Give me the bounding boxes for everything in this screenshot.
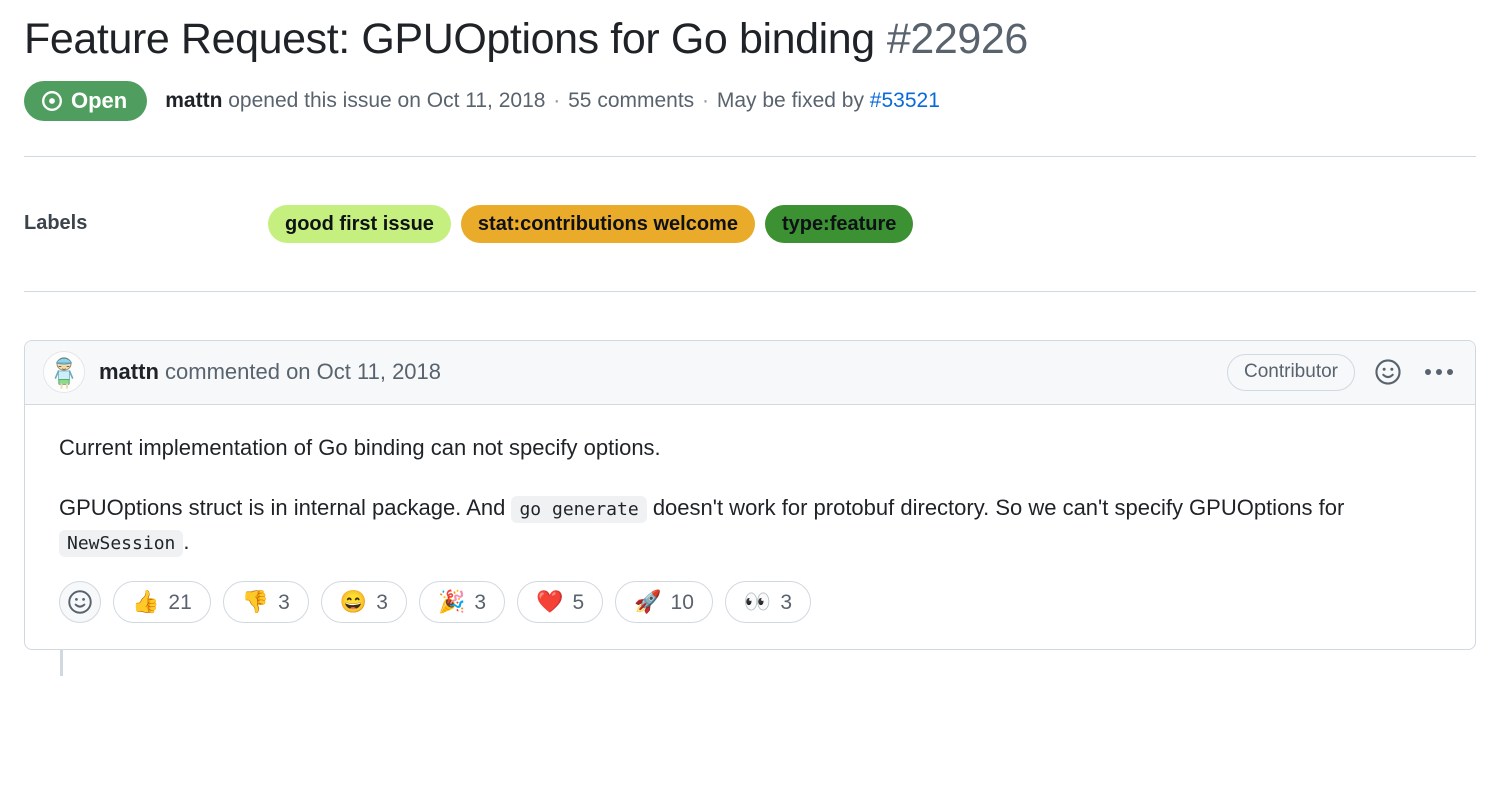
party-popper-icon: 🎉 (437, 589, 466, 615)
reaction-eyes[interactable]: 👀 3 (724, 581, 811, 624)
page-title: Feature Request: GPUOptions for Go bindi… (24, 15, 875, 63)
status-badge-label: Open (71, 87, 128, 113)
issue-meta-row: Open mattn opened this issue on Oct 11, … (24, 80, 1476, 121)
laugh-icon: 😄 (339, 589, 368, 615)
timeline: mattn commented on Oct 11, 2018 Contribu… (24, 339, 1476, 677)
issue-meta-text: mattn opened this issue on Oct 11, 2018 … (165, 87, 940, 114)
comment-paragraph-1: Current implementation of Go binding can… (59, 434, 661, 460)
reaction-count: 3 (278, 590, 290, 614)
thumbs-down-icon: 👎 (241, 589, 270, 615)
kebab-horizontal-icon[interactable] (1421, 369, 1457, 376)
comment-card: mattn commented on Oct 11, 2018 Contribu… (24, 339, 1476, 651)
comment-header-actions: Contributor (1227, 353, 1457, 391)
add-reaction-button[interactable] (59, 581, 101, 624)
reaction-thumbs-down[interactable]: 👎 3 (222, 581, 309, 624)
comment-byline: mattn commented on Oct 11, 2018 (99, 359, 441, 385)
reaction-count: 5 (572, 590, 585, 614)
issue-author[interactable]: mattn (165, 89, 222, 112)
comment-date: Oct 11, 2018 (316, 359, 442, 385)
reaction-count: 3 (780, 590, 792, 614)
reaction-heart[interactable]: ❤️ 5 (517, 581, 604, 624)
label-good-first-issue[interactable]: good first issue (268, 204, 451, 243)
reaction-thumbs-up[interactable]: 👍 21 (113, 581, 211, 624)
timeline-connector (60, 650, 63, 677)
opened-date: Oct 11, 2018 (426, 89, 546, 113)
comment-body: Current implementation of Go binding can… (25, 405, 1475, 649)
issue-title-row: Feature Request: GPUOptions for Go bindi… (24, 0, 1476, 65)
label-text: stat:contributions welcome (477, 212, 738, 235)
kebab-dot (1425, 369, 1431, 376)
label-stat-contributions-welcome[interactable]: stat:contributions welcome (460, 204, 755, 243)
comment-count: 55 comments (568, 89, 695, 113)
rocket-icon: 🚀 (634, 589, 662, 615)
comment-paragraph-2: GPUOptions struct is in internal package… (59, 491, 1441, 559)
avatar[interactable] (43, 351, 85, 394)
comment-header: mattn commented on Oct 11, 2018 Contribu… (25, 340, 1475, 405)
reaction-rocket[interactable]: 🚀 10 (615, 581, 713, 624)
issue-page: Feature Request: GPUOptions for Go bindi… (0, 0, 1500, 796)
labels-section: Labels good first issue stat:contributio… (24, 157, 1476, 291)
reaction-count: 10 (670, 590, 694, 614)
heart-icon: ❤️ (536, 589, 564, 615)
divider-bottom (24, 290, 1476, 292)
kebab-dot (1436, 369, 1442, 376)
labels-list: good first issue stat:contributions welc… (268, 204, 914, 243)
reactions-bar: 👍 21 👎 3 😄 3 🎉 3 ❤️ 5 🚀 10 👀 3 (59, 581, 1441, 629)
inline-code-newsession: NewSession (59, 529, 184, 557)
reaction-count: 21 (168, 590, 192, 614)
label-text: good first issue (285, 212, 434, 235)
eyes-icon: 👀 (743, 589, 772, 615)
labels-heading: Labels (24, 212, 88, 235)
issue-number: #22926 (886, 15, 1028, 63)
inline-code-go-generate: go generate (511, 495, 647, 523)
smiley-icon[interactable] (1373, 357, 1403, 387)
reaction-laugh[interactable]: 😄 3 (320, 581, 407, 624)
issue-opened-icon (41, 90, 63, 112)
label-type-feature[interactable]: type:feature (764, 204, 914, 243)
reaction-count: 3 (376, 590, 388, 614)
kebab-dot (1447, 369, 1453, 376)
label-text: type:feature (781, 212, 897, 235)
author-association-badge[interactable]: Contributor (1227, 353, 1355, 391)
paragraph-text-a: GPUOptions struct is in internal package… (59, 494, 506, 520)
meta-separator-1: · (553, 89, 561, 113)
reaction-count: 3 (474, 590, 487, 614)
may-be-fixed-by-text: May be fixed by (716, 89, 864, 113)
opened-text: opened this issue on (228, 89, 421, 113)
commented-text: commented on (165, 359, 311, 385)
linked-pr-link[interactable]: #53521 (870, 89, 940, 112)
paragraph-text-b: doesn't work for protobuf directory. So … (652, 494, 1345, 520)
comment-author[interactable]: mattn (99, 359, 159, 384)
meta-separator-2: · (702, 89, 710, 113)
paragraph-text-c: . (183, 528, 190, 554)
status-badge[interactable]: Open (24, 80, 148, 121)
thumbs-up-icon: 👍 (132, 589, 160, 615)
reaction-hooray[interactable]: 🎉 3 (418, 581, 506, 624)
